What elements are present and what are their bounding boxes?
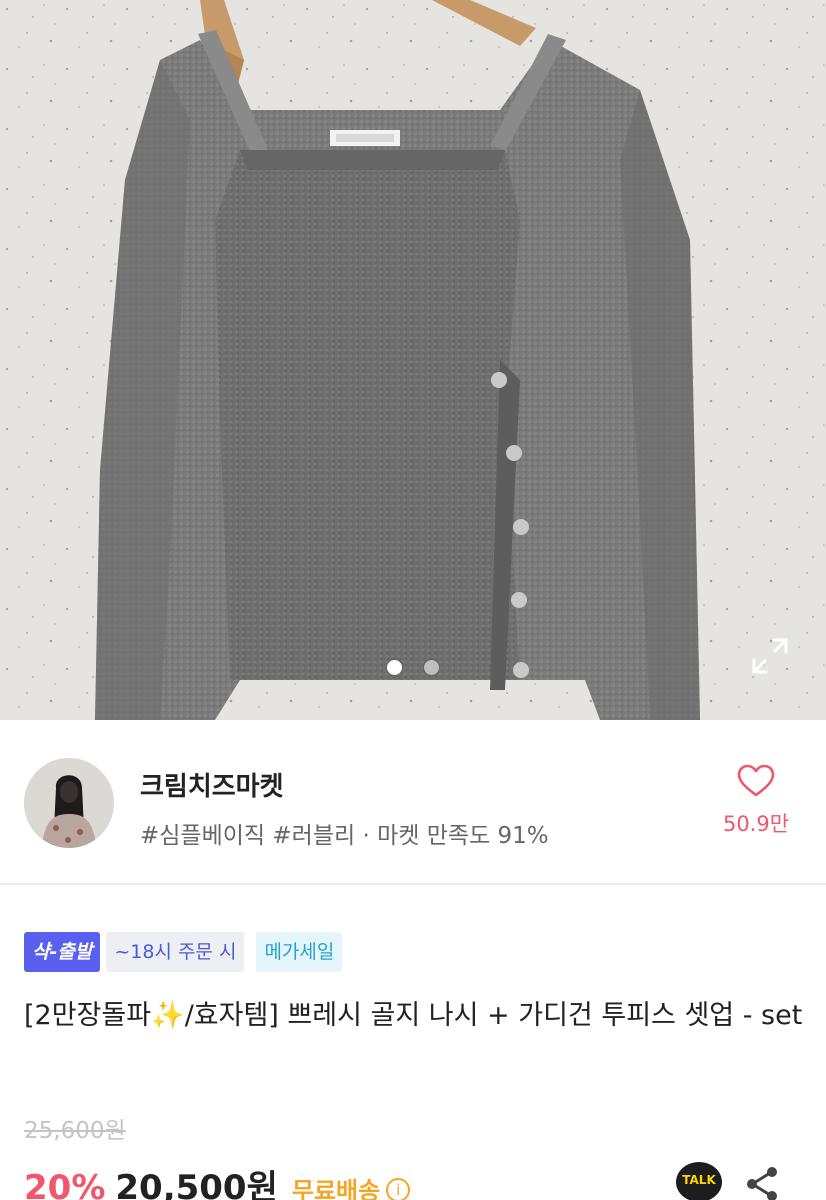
badge-row: 샥-출발 ~18시 주문 시 메가세일 — [24, 932, 343, 972]
carousel-dot-2[interactable] — [424, 660, 439, 675]
product-title: [2만장돌파✨/효자템] 쁘레시 골지 나시 + 가디건 투피스 셋업 - se… — [24, 1000, 803, 1031]
like-count: 50.9만 — [722, 812, 790, 836]
heart-icon[interactable] — [737, 764, 775, 798]
shop-name[interactable]: 크림치즈마켓 — [140, 766, 284, 803]
order-cutoff-badge: ~18시 주문 시 — [106, 932, 245, 972]
share-icon[interactable] — [742, 1164, 782, 1200]
carousel-indicator[interactable] — [0, 660, 826, 675]
product-photo — [0, 0, 826, 720]
discount-rate: 20% — [24, 1168, 106, 1200]
carousel-dot-1[interactable] — [387, 660, 402, 675]
shop-info-row[interactable]: 크림치즈마켓 #심플베이직 #러블리 · 마켓 만족도 91% 50.9만 — [0, 720, 826, 885]
mega-sale-badge: 메가세일 — [256, 932, 343, 972]
fast-delivery-badge: 샥-출발 — [24, 932, 101, 972]
product-image-carousel[interactable] — [0, 0, 826, 720]
shop-tags: #심플베이직 #러블리 · 마켓 만족도 91% — [140, 823, 549, 849]
original-price: 25,600원 — [24, 1118, 126, 1144]
shop-avatar[interactable] — [24, 758, 114, 848]
expand-icon[interactable] — [750, 636, 790, 676]
info-icon[interactable]: i — [386, 1178, 411, 1200]
sale-price: 20,500원 — [115, 1168, 278, 1200]
like-button[interactable]: 50.9만 — [714, 764, 798, 838]
shipping-label: 무료배송 — [291, 1177, 381, 1200]
talk-button[interactable]: TALK — [676, 1162, 722, 1200]
avatar-image — [24, 758, 114, 848]
price-row: 20% 20,500원 무료배송 i — [24, 1160, 411, 1200]
talk-label: TALK — [682, 1173, 716, 1187]
